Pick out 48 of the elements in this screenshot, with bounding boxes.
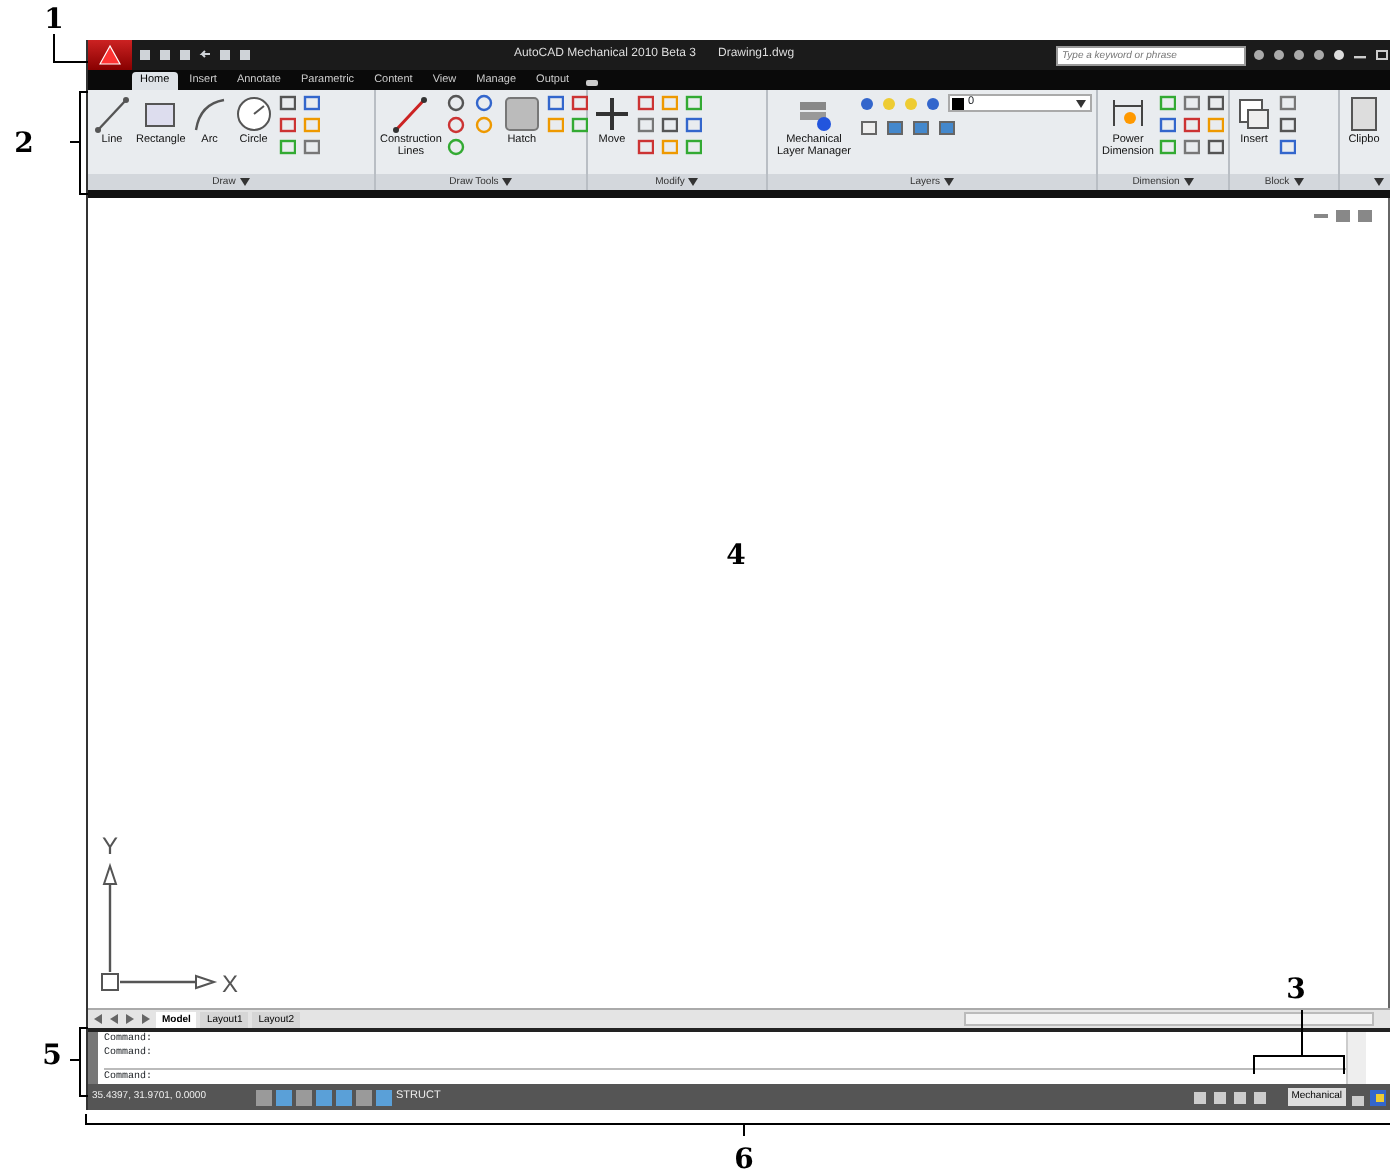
tool-icon[interactable] — [473, 94, 494, 112]
caret-icon — [502, 177, 513, 186]
callout-number: 2 — [14, 128, 34, 160]
callout-number: 1 — [44, 4, 64, 36]
caret-icon — [239, 177, 250, 186]
vertical-scrollbar[interactable] — [1346, 1032, 1366, 1084]
status-toggle-button[interactable] — [336, 1089, 352, 1105]
caret-icon — [944, 177, 954, 186]
ucs-axes-icon — [101, 862, 218, 991]
status-tool-icon[interactable] — [1370, 1089, 1386, 1105]
callout-number: 4 — [726, 540, 746, 572]
construction-line-icon — [390, 94, 431, 134]
callout-number: 5 — [42, 1040, 62, 1072]
horizontal-scrollbar[interactable] — [964, 1012, 1374, 1026]
callout-bracket — [53, 33, 89, 63]
caret-icon — [1076, 99, 1086, 107]
status-toggle-button[interactable] — [356, 1089, 372, 1105]
line-icon — [92, 94, 132, 134]
callout-number: 3 — [1286, 974, 1306, 1006]
callout-number: 6 — [734, 1144, 754, 1174]
app-logo-icon — [98, 44, 122, 66]
caret-icon[interactable] — [1374, 178, 1384, 186]
application-menu-button[interactable] — [88, 40, 132, 70]
caret-icon — [1293, 177, 1304, 186]
restore-icon[interactable] — [1374, 48, 1390, 62]
layer-color-swatch — [952, 97, 964, 109]
callout-bracket — [1253, 1009, 1345, 1075]
status-toggle-button[interactable] — [376, 1089, 392, 1105]
status-toggle-button[interactable] — [296, 1089, 312, 1105]
caret-icon — [688, 177, 699, 186]
circle-icon — [233, 94, 274, 134]
callout-bracket — [69, 1027, 89, 1097]
zoom-icon[interactable] — [1251, 1089, 1268, 1105]
arc-icon — [189, 94, 230, 134]
status-toggle-button[interactable] — [316, 1089, 332, 1105]
move-icon — [592, 94, 632, 134]
hatch-icon — [501, 94, 542, 134]
callout-bracket — [69, 91, 89, 195]
status-toggle-button[interactable] — [256, 1089, 272, 1105]
toolbar-icon[interactable] — [198, 48, 212, 62]
command-window-grip[interactable] — [88, 1032, 98, 1084]
panel-toggle-icon[interactable] — [581, 74, 602, 90]
tool-icon[interactable] — [445, 94, 466, 112]
status-toggle-button[interactable] — [276, 1089, 292, 1105]
axis-label: X — [222, 970, 239, 996]
axis-label: Y — [102, 832, 119, 860]
tool-icon[interactable] — [445, 116, 466, 134]
caret-icon — [1183, 177, 1194, 186]
